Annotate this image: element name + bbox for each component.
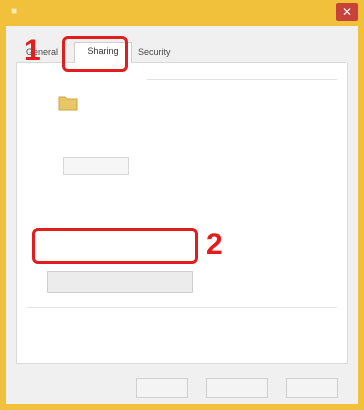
- share-button[interactable]: [63, 157, 129, 175]
- folder-icon: [58, 96, 78, 111]
- folder-app-icon: ■: [10, 6, 18, 17]
- highlight-box-advanced-sharing: [32, 228, 198, 264]
- title-bar[interactable]: ■ ✕: [0, 0, 364, 26]
- ok-button[interactable]: [136, 378, 188, 398]
- apply-button[interactable]: [286, 378, 338, 398]
- advanced-sharing-button[interactable]: [47, 271, 193, 293]
- step-number-2: 2: [206, 228, 223, 261]
- highlight-box-sharing-tab: [62, 36, 128, 72]
- close-button[interactable]: ✕: [336, 3, 358, 21]
- sharing-panel: [16, 63, 348, 364]
- properties-dialog: General Sharing Security: [6, 26, 358, 404]
- divider: [27, 307, 337, 308]
- tab-security[interactable]: Security: [138, 44, 212, 60]
- step-number-1: 1: [24, 34, 41, 67]
- divider: [147, 79, 337, 80]
- cancel-button[interactable]: [206, 378, 268, 398]
